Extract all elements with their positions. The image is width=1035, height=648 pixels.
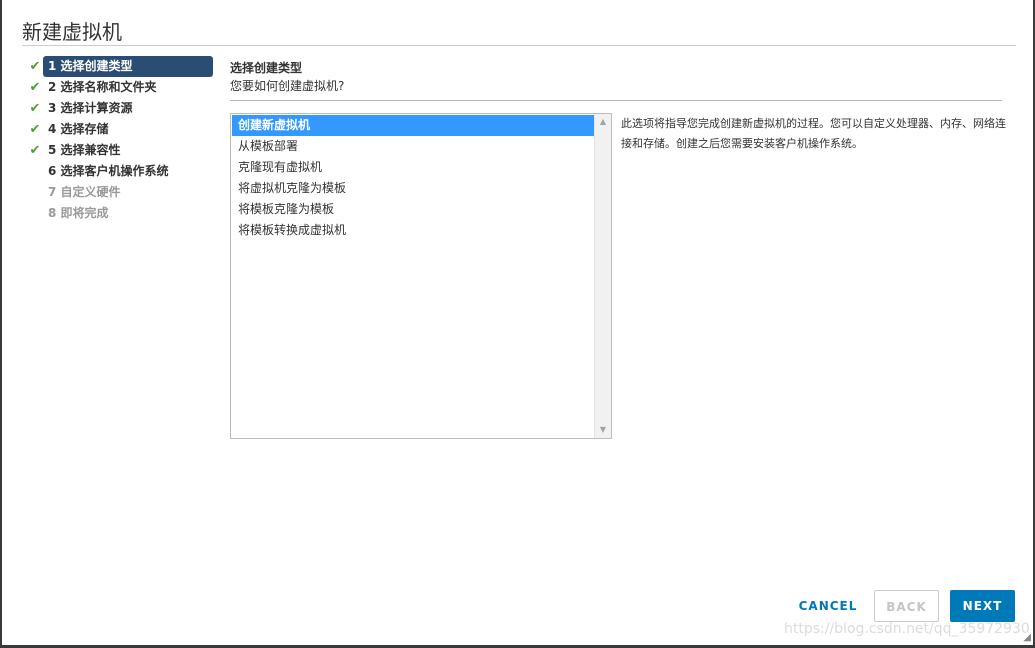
option-description: 此选项将指导您完成创建新虚拟机的过程。您可以自定义处理器、内存、网络连接和存储。… — [621, 117, 1006, 150]
check-icon — [28, 161, 42, 182]
next-button[interactable]: NEXT — [950, 590, 1015, 622]
listbox-scrollbar[interactable]: ▲ ▼ — [594, 114, 611, 438]
wizard-step-2[interactable]: ✔ 2 选择名称和文件夹 — [28, 77, 218, 98]
dialog-title: 新建虚拟机 — [22, 20, 122, 44]
creation-type-listbox[interactable]: 创建新虚拟机 从模板部署 克隆现有虚拟机 将虚拟机克隆为模板 将模板克隆为模板 将模板转换… — [230, 113, 612, 439]
creation-type-option[interactable]: 创建新虚拟机 — [232, 115, 595, 136]
content-subtitle: 您要如何创建虚拟机? — [230, 79, 345, 93]
check-icon: ✔ — [29, 80, 41, 95]
back-button[interactable]: BACK — [874, 590, 939, 622]
content-header: 选择创建类型 您要如何创建虚拟机? — [230, 60, 344, 94]
title-divider — [22, 45, 1016, 46]
wizard-step-label: 8 即将完成 — [48, 206, 109, 220]
check-icon: ✔ — [29, 101, 41, 116]
wizard-step-label[interactable]: 1 选择创建类型 — [43, 56, 213, 77]
creation-type-option[interactable]: 将模板转换成虚拟机 — [232, 220, 595, 241]
wizard-step-3[interactable]: ✔ 3 选择计算资源 — [28, 98, 218, 119]
wizard-step-8: 8 即将完成 — [28, 203, 218, 224]
content-title: 选择创建类型 — [230, 61, 303, 75]
check-icon: ✔ — [29, 122, 41, 137]
wizard-step-label[interactable]: 5 选择兼容性 — [43, 140, 213, 161]
check-icon: ✔ — [29, 143, 41, 158]
resize-grip-icon[interactable]: ◢ — [1023, 632, 1031, 643]
wizard-step-label[interactable]: 3 选择计算资源 — [43, 98, 213, 119]
wizard-step-label[interactable]: 6 选择客户机操作系统 — [43, 161, 213, 182]
wizard-step-4[interactable]: ✔ 4 选择存储 — [28, 119, 218, 140]
wizard-step-7: 7 自定义硬件 — [28, 182, 218, 203]
creation-type-option[interactable]: 克隆现有虚拟机 — [232, 157, 595, 178]
creation-type-option[interactable]: 从模板部署 — [232, 136, 595, 157]
check-icon — [28, 182, 42, 203]
content-divider — [230, 100, 1002, 101]
watermark: https://blog.csdn.net/qq_35972930 — [784, 621, 1030, 637]
creation-type-option[interactable]: 将模板克隆为模板 — [232, 199, 595, 220]
scroll-up-arrow-icon[interactable]: ▲ — [595, 114, 611, 130]
wizard-step-label: 7 自定义硬件 — [48, 185, 121, 199]
check-icon: ✔ — [29, 59, 41, 74]
creation-type-options: 创建新虚拟机 从模板部署 克隆现有虚拟机 将虚拟机克隆为模板 将模板克隆为模板 将模板转换… — [232, 115, 595, 241]
wizard-step-label[interactable]: 2 选择名称和文件夹 — [43, 77, 213, 98]
wizard-step-6[interactable]: 6 选择客户机操作系统 — [28, 161, 218, 182]
cancel-button[interactable]: CANCEL — [792, 590, 864, 622]
new-vm-dialog: 新建虚拟机 ✔ 1 选择创建类型 ✔ 2 选择名称和文件夹 ✔ 3 选择计算资源 ✔ 4 选择… — [2, 0, 1033, 645]
wizard-step-1[interactable]: ✔ 1 选择创建类型 — [28, 56, 218, 77]
wizard-step-5[interactable]: ✔ 5 选择兼容性 — [28, 140, 218, 161]
check-icon — [28, 203, 42, 224]
wizard-step-label[interactable]: 4 选择存储 — [43, 119, 213, 140]
wizard-steps: ✔ 1 选择创建类型 ✔ 2 选择名称和文件夹 ✔ 3 选择计算资源 ✔ 4 选择存储 ✔ 5 选… — [28, 56, 218, 224]
scroll-down-arrow-icon[interactable]: ▼ — [595, 422, 611, 438]
creation-type-option[interactable]: 将虚拟机克隆为模板 — [232, 178, 595, 199]
